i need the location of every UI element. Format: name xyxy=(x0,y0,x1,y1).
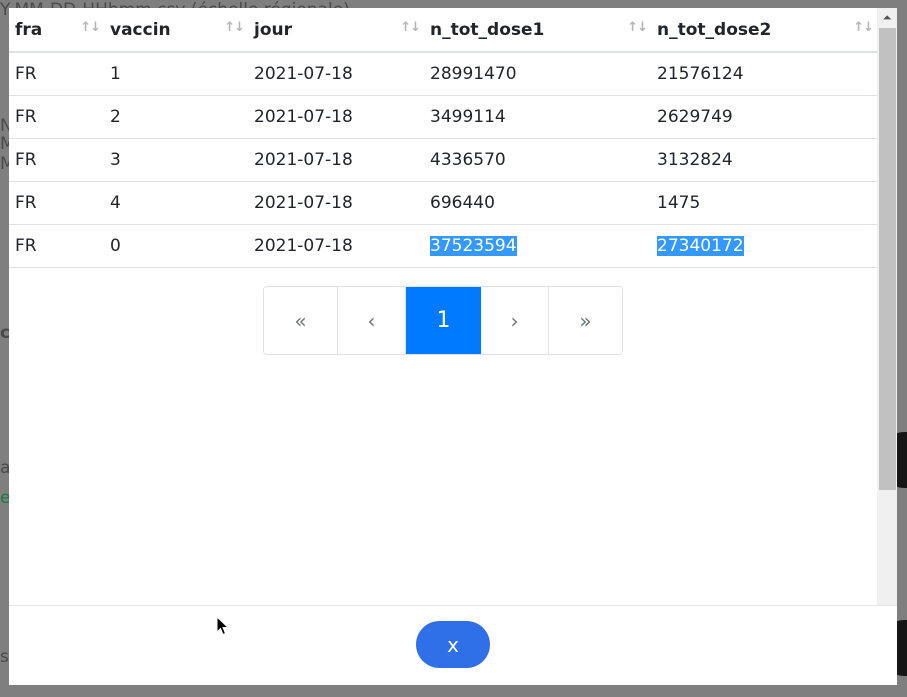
cell-n-tot-dose2: 3132824 xyxy=(651,138,877,182)
cell-n-tot-dose2: 27340172 xyxy=(651,224,877,268)
cell-fra: FR xyxy=(9,138,104,182)
pagination-page-1[interactable]: 1 xyxy=(406,287,481,354)
column-header-fra[interactable]: fra ↑↓ xyxy=(9,8,104,53)
cell-fra: FR xyxy=(9,95,104,139)
selected-text: 37523594 xyxy=(430,236,517,256)
table-row: FR 0 2021-07-18 37523594 27340172 xyxy=(9,224,877,268)
cell-fra: FR xyxy=(9,181,104,225)
pagination-prev-button[interactable]: ‹ xyxy=(338,287,406,354)
vertical-scrollbar[interactable]: ⏶ xyxy=(877,8,897,606)
cell-jour: 2021-07-18 xyxy=(248,224,424,268)
data-table: fra ↑↓ vaccin ↑↓ jour ↑↓ n_tot_dose1 ↑↓ n_to… xyxy=(9,8,877,268)
column-header-vaccin[interactable]: vaccin ↑↓ xyxy=(104,8,248,53)
cell-n-tot-dose1: 696440 xyxy=(424,181,651,225)
column-header-jour[interactable]: jour ↑↓ xyxy=(248,8,424,53)
column-header-n-tot-dose2[interactable]: n_tot_dose2 ↑↓ xyxy=(651,8,877,53)
cell-vaccin: 4 xyxy=(104,181,248,225)
cell-n-tot-dose2: 1475 xyxy=(651,181,877,225)
cell-vaccin: 3 xyxy=(104,138,248,182)
scrollbar-thumb[interactable] xyxy=(879,28,896,490)
cell-vaccin: 1 xyxy=(104,52,248,96)
backdrop-text: s xyxy=(0,647,9,667)
sort-icon[interactable]: ↑↓ xyxy=(224,20,245,35)
table-row: FR 1 2021-07-18 28991470 21576124 xyxy=(9,52,877,96)
sort-icon[interactable]: ↑↓ xyxy=(80,20,101,35)
pagination-last-button[interactable]: » xyxy=(549,287,622,354)
cell-fra: FR xyxy=(9,224,104,268)
data-preview-modal: fra ↑↓ vaccin ↑↓ jour ↑↓ n_tot_dose1 ↑↓ n_to… xyxy=(9,8,897,685)
cell-n-tot-dose2: 2629749 xyxy=(651,95,877,139)
scroll-up-icon[interactable]: ⏶ xyxy=(877,8,897,28)
cell-n-tot-dose1: 4336570 xyxy=(424,138,651,182)
pagination-first-button[interactable]: « xyxy=(264,287,338,354)
modal-body: fra ↑↓ vaccin ↑↓ jour ↑↓ n_tot_dose1 ↑↓ n_to… xyxy=(9,8,877,606)
sort-icon[interactable]: ↑↓ xyxy=(627,20,648,35)
cell-n-tot-dose2: 21576124 xyxy=(651,52,877,96)
table-header-row: fra ↑↓ vaccin ↑↓ jour ↑↓ n_tot_dose1 ↑↓ n_to… xyxy=(9,8,877,53)
cell-jour: 2021-07-18 xyxy=(248,181,424,225)
close-modal-button[interactable]: x xyxy=(416,621,490,668)
table-row: FR 2 2021-07-18 3499114 2629749 xyxy=(9,95,877,139)
selected-text: 27340172 xyxy=(657,236,744,256)
cell-n-tot-dose1: 28991470 xyxy=(424,52,651,96)
sort-icon[interactable]: ↑↓ xyxy=(853,20,874,35)
table-row: FR 3 2021-07-18 4336570 3132824 xyxy=(9,138,877,182)
pagination-next-button[interactable]: › xyxy=(481,287,549,354)
cell-jour: 2021-07-18 xyxy=(248,95,424,139)
cell-vaccin: 2 xyxy=(104,95,248,139)
cell-n-tot-dose1: 3499114 xyxy=(424,95,651,139)
column-header-n-tot-dose1[interactable]: n_tot_dose1 ↑↓ xyxy=(424,8,651,53)
cell-jour: 2021-07-18 xyxy=(248,52,424,96)
sort-icon[interactable]: ↑↓ xyxy=(400,20,421,35)
pagination: « ‹ 1 › » xyxy=(263,286,623,355)
table-row: FR 4 2021-07-18 696440 1475 xyxy=(9,181,877,225)
cell-jour: 2021-07-18 xyxy=(248,138,424,182)
cell-fra: FR xyxy=(9,52,104,96)
cell-n-tot-dose1: 37523594 xyxy=(424,224,651,268)
modal-footer: x xyxy=(9,605,897,685)
cell-vaccin: 0 xyxy=(104,224,248,268)
